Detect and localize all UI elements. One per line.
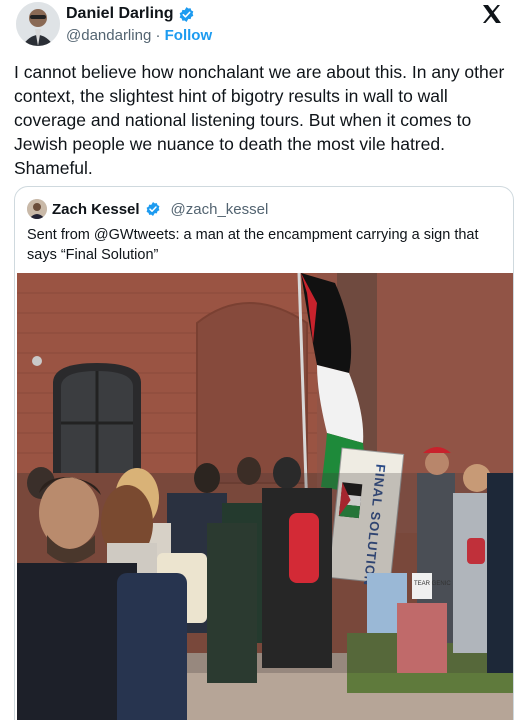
quote-photo[interactable]: FINAL SOLUTION TEAR GENIC [17,273,513,720]
quote-author-name[interactable]: Zach Kessel [52,201,140,218]
verified-badge-icon [145,201,162,218]
quote-author-handle[interactable]: @zach_kessel [171,201,269,218]
tweet-text: I cannot believe how nonchalant we are a… [14,62,505,178]
x-logo-icon[interactable] [480,2,504,26]
author-handle-row: @dandarling · Follow [66,27,212,44]
author-handle[interactable]: @dandarling [66,27,151,44]
follow-button[interactable]: Follow [165,27,213,44]
tweet-header: Daniel Darling @dandarling · Follow [14,0,506,52]
quote-author-avatar[interactable] [27,199,47,219]
small-sign-text: TEAR GENIC [414,581,451,587]
separator: · [155,27,161,44]
author-avatar[interactable] [16,2,60,46]
quote-tweet-card[interactable]: Zach Kessel @zach_kessel Sent from @GWtw… [14,186,514,720]
quote-text: Sent from @GWtweets: a man at the encamp… [27,227,479,263]
author-name[interactable]: Daniel Darling [66,5,174,23]
verified-badge-icon [178,6,195,23]
